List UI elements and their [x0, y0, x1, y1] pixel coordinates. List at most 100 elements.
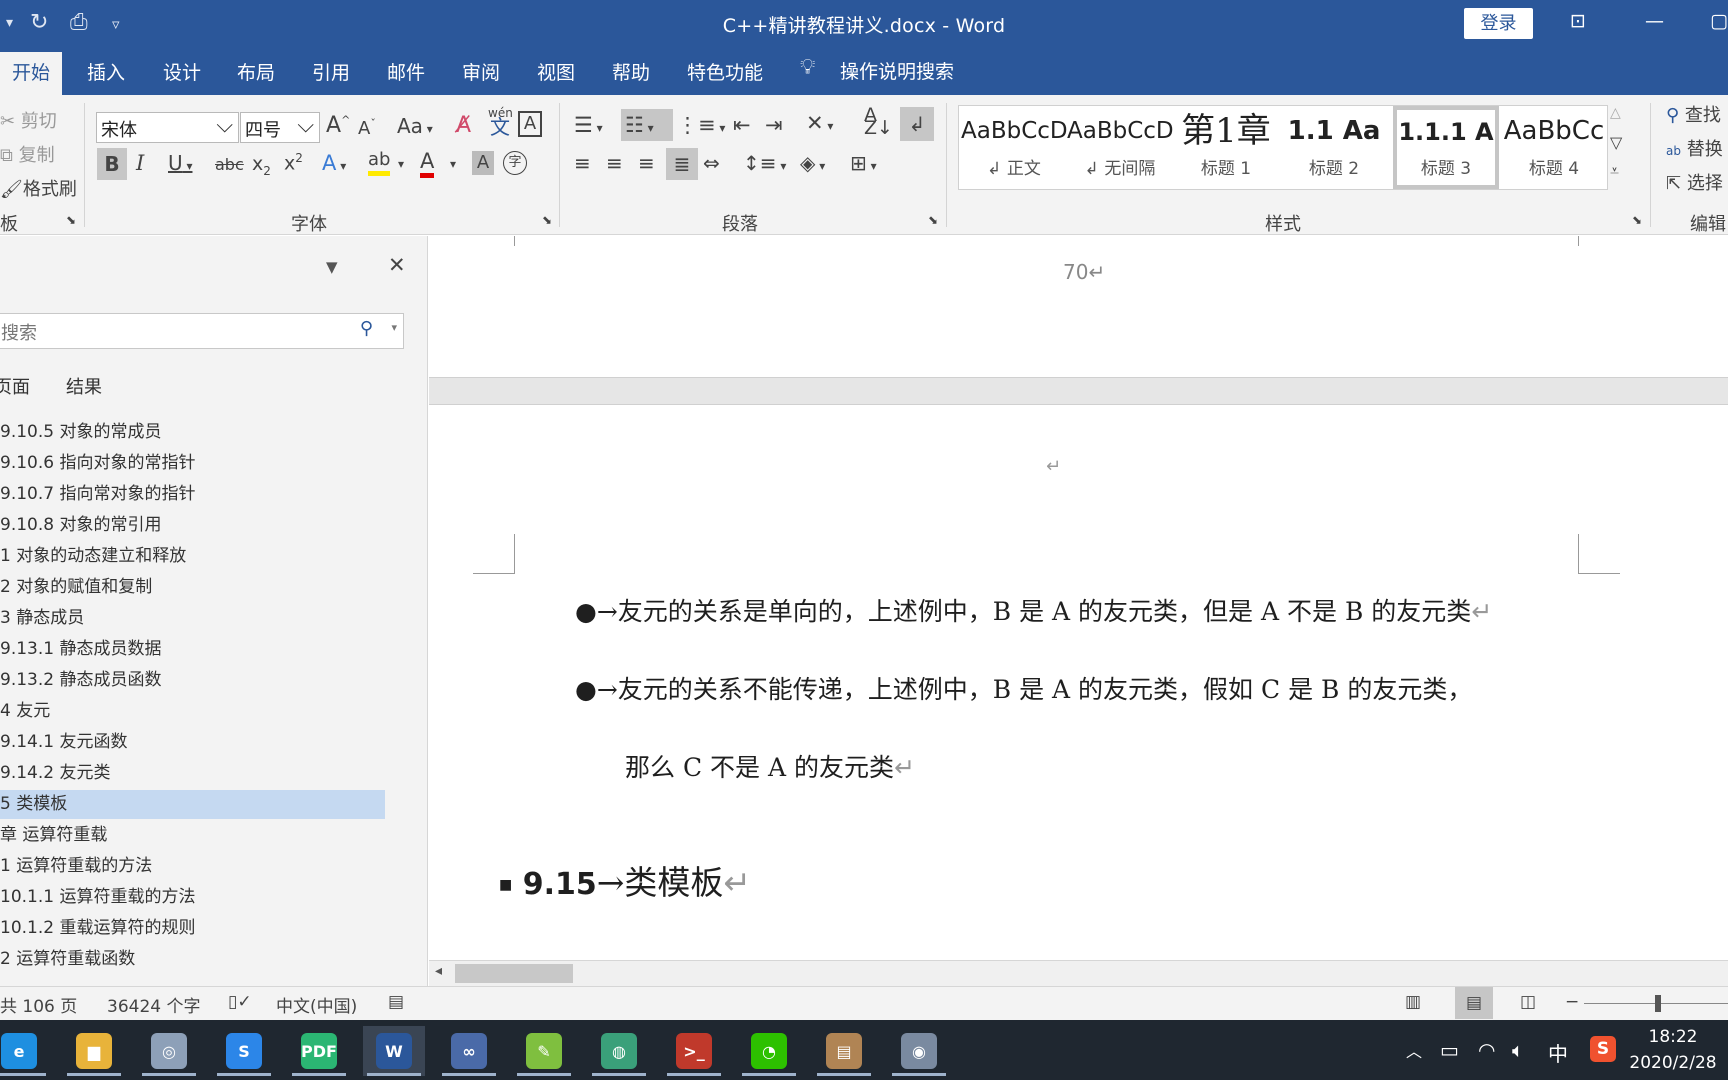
replace-button[interactable]: ab 替换 [1666, 135, 1723, 161]
increase-indent-icon[interactable]: ⇥ [765, 113, 783, 137]
chevron-down-icon[interactable]: ▾ [391, 321, 397, 334]
scrollbar-thumb[interactable] [455, 964, 573, 983]
nav-heading-item[interactable]: 9.10.5 对象的常成员 [0, 418, 385, 447]
clipboard-launcher-icon[interactable]: ⬊ [66, 213, 76, 227]
italic-button[interactable]: I [136, 151, 144, 175]
nav-heading-item[interactable]: 9.10.7 指向常对象的指针 [0, 480, 385, 509]
maximize-icon[interactable]: ▢ [1710, 10, 1728, 32]
style-heading-2[interactable]: 1.1 Aa 标题 2 [1281, 106, 1387, 189]
align-right-icon[interactable]: ≡ [638, 151, 655, 175]
font-size-box[interactable]: 四号 ⌵ [240, 112, 320, 143]
taskbar-app-infinity[interactable]: ∞ [438, 1026, 500, 1076]
justify-icon[interactable]: ≣ [666, 148, 698, 180]
style-normal[interactable]: AaBbCcD ↲ 正文 [961, 106, 1067, 189]
section-heading[interactable]: ■ 9.15→类模板↵ [499, 856, 751, 904]
pane-options-icon[interactable]: ▼ [326, 258, 338, 276]
gallery-scroll-up-icon[interactable]: △ [1610, 105, 1621, 121]
zoom-out-icon[interactable]: − [1565, 992, 1579, 1012]
zoom-slider-thumb[interactable] [1655, 995, 1661, 1012]
taskbar-app-word[interactable]: W [363, 1026, 425, 1076]
tab-insert[interactable]: 插入 [87, 58, 125, 85]
nav-heading-item[interactable]: 3 静态成员 [0, 604, 385, 633]
chevron-down-icon[interactable]: ▾ [450, 157, 456, 171]
font-color-icon[interactable]: A [420, 149, 435, 178]
style-heading-3[interactable]: 1.1.1 A 标题 3 [1393, 106, 1499, 189]
taskbar-app-camera[interactable]: ◉ [888, 1026, 950, 1076]
tab-references[interactable]: 引用 [312, 58, 350, 85]
clear-formatting-icon[interactable]: A̸ [456, 113, 471, 138]
style-no-spacing[interactable]: AaBbCcD ↲ 无间隔 [1067, 106, 1173, 189]
tab-mailings[interactable]: 邮件 [387, 58, 425, 85]
taskbar-app-terminal[interactable]: >_ [663, 1026, 725, 1076]
taskbar-app-notepad[interactable]: ✎ [513, 1026, 575, 1076]
nav-heading-item[interactable]: 10.1.2 重载运算符的规则 [0, 914, 385, 943]
ribbon-display-options-icon[interactable]: ⊡ [1570, 10, 1586, 32]
find-button[interactable]: ⚲ 查找 [1666, 101, 1721, 127]
taskbar-app-globe[interactable]: ◍ [588, 1026, 650, 1076]
tab-view[interactable]: 视图 [537, 58, 575, 85]
nav-heading-item[interactable]: 2 运算符重载函数 [0, 945, 385, 974]
styles-launcher-icon[interactable]: ⬊ [1632, 213, 1642, 227]
tab-layout[interactable]: 布局 [237, 58, 275, 85]
minimize-icon[interactable]: — [1645, 10, 1664, 32]
nav-heading-item[interactable]: 章 运算符重载 [0, 821, 385, 850]
enclose-characters-icon[interactable]: 字 [503, 151, 527, 175]
login-button[interactable]: 登录 [1464, 8, 1533, 39]
show-hidden-icons-icon[interactable]: ︿ [1406, 1038, 1422, 1062]
line-spacing-icon[interactable]: ↕≡ ▾ [743, 151, 786, 175]
gallery-scroll-down-icon[interactable]: ▽ [1610, 133, 1622, 152]
taskbar-app-vm[interactable]: ◎ [138, 1026, 200, 1076]
nav-search-input[interactable]: 搜索 ⚲ ▾ [0, 313, 404, 349]
nav-heading-item[interactable]: 9.14.2 友元类 [0, 759, 385, 788]
borders-icon[interactable]: ⊞ ▾ [850, 151, 877, 175]
bullet-paragraph-continuation[interactable]: 那么 C 不是 A 的友元类↵ [625, 748, 915, 784]
nav-tab-pages[interactable]: 页面 [0, 373, 30, 399]
font-name-box[interactable]: 宋体 ⌵ [96, 112, 239, 143]
font-launcher-icon[interactable]: ⬊ [542, 213, 552, 227]
phonetic-guide-icon[interactable]: wén 文 [488, 106, 513, 137]
chinese-layout-icon[interactable]: ✕ ▾ [806, 111, 833, 135]
taskbar-app-wechat[interactable]: ◔ [738, 1026, 800, 1076]
nav-heading-item[interactable]: 9.10.6 指向对象的常指针 [0, 449, 385, 478]
bullet-paragraph[interactable]: ●→友元的关系不能传递，上述例中，B 是 A 的友元类，假如 C 是 B 的友元… [575, 670, 1472, 706]
gallery-more-icon[interactable]: ⩡ [1610, 161, 1619, 181]
tab-review[interactable]: 审阅 [462, 58, 500, 85]
web-layout-icon[interactable]: ◫ [1520, 992, 1536, 1012]
nav-heading-item[interactable]: 9.13.2 静态成员函数 [0, 666, 385, 695]
taskbar-app-sogou-browser[interactable]: S [213, 1026, 275, 1076]
subscript-button[interactable]: x2 [252, 153, 271, 178]
bullets-icon[interactable]: ☰ ▾ [574, 113, 603, 137]
nav-tab-results[interactable]: 结果 [66, 373, 102, 399]
highlight-color-icon[interactable]: ab [368, 149, 391, 176]
style-heading-4[interactable]: AaBbCc 标题 4 [1501, 106, 1607, 189]
ime-indicator[interactable]: 中 [1548, 1038, 1568, 1067]
battery-icon[interactable]: ▭ [1440, 1038, 1459, 1062]
taskbar-app-edge[interactable]: e [0, 1026, 50, 1076]
nav-heading-item[interactable]: 1 对象的动态建立和释放 [0, 542, 385, 571]
proofing-icon[interactable]: ▯✓ [228, 992, 252, 1012]
word-count[interactable]: 36424 个字 [107, 992, 200, 1017]
align-left-icon[interactable]: ≡ [574, 151, 591, 175]
sogou-input-icon[interactable]: S [1590, 1036, 1616, 1062]
volume-icon[interactable]: 🔈︎ [1512, 1038, 1524, 1062]
numbering-icon[interactable]: ☷ ▾ [621, 109, 673, 141]
underline-button[interactable]: U ▾ [168, 151, 192, 175]
character-border-icon[interactable]: A [518, 111, 542, 137]
page-count[interactable]: 共 106 页 [0, 992, 77, 1017]
taskbar-app-explorer[interactable]: ▆ [63, 1026, 125, 1076]
shrink-font-icon[interactable]: Aˇ [358, 117, 376, 139]
taskbar-app-archive[interactable]: ▤ [813, 1026, 875, 1076]
shading-icon[interactable]: ◈ ▾ [800, 151, 825, 175]
language-indicator[interactable]: 中文(中国) [276, 992, 357, 1017]
cut-button[interactable]: ✂ 剪切 [0, 107, 57, 133]
tab-design[interactable]: 设计 [163, 58, 201, 85]
tab-home[interactable]: 开始 [0, 52, 63, 95]
nav-heading-item[interactable]: 9.10.8 对象的常引用 [0, 511, 385, 540]
clock[interactable]: 18:22 2020/2/28 [1618, 1024, 1728, 1076]
change-case-icon[interactable]: Aa ▾ [397, 114, 433, 138]
nav-heading-item[interactable]: 9.13.1 静态成员数据 [0, 635, 385, 664]
taskbar-app-pdf[interactable]: PDF [288, 1026, 350, 1076]
decrease-indent-icon[interactable]: ⇤ [733, 113, 751, 137]
tab-help[interactable]: 帮助 [612, 58, 650, 85]
tell-me-search[interactable]: 操作说明搜索 [840, 57, 954, 84]
